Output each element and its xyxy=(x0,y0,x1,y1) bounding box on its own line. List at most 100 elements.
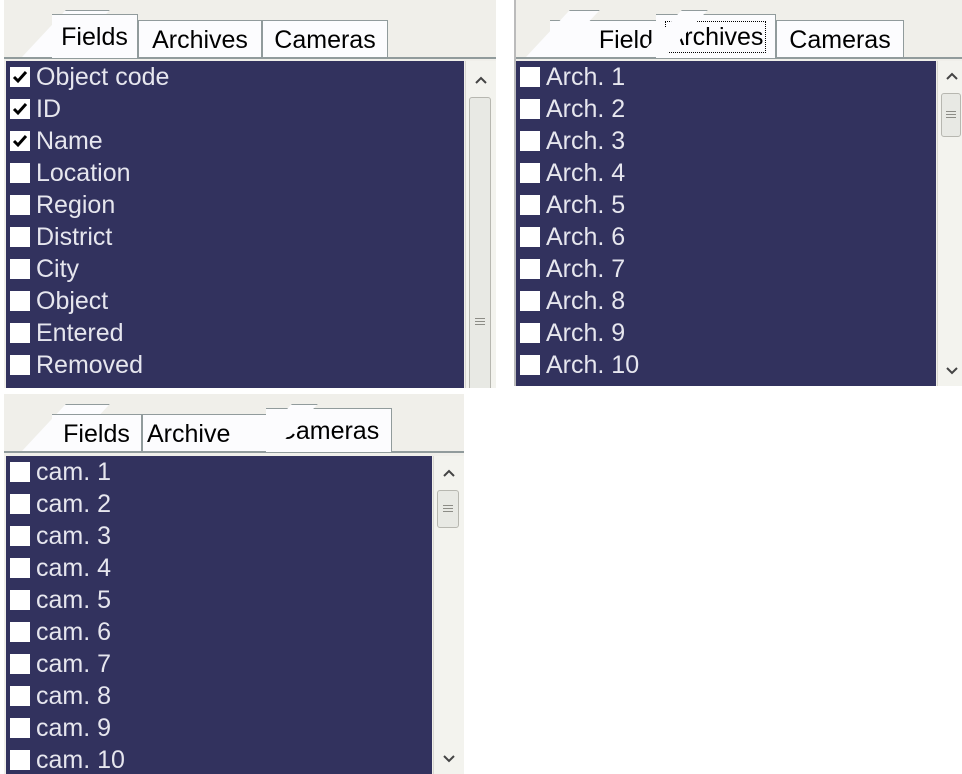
scroll-up-button[interactable] xyxy=(938,63,962,89)
list-item[interactable]: Object xyxy=(6,285,464,317)
fields-scrollbar[interactable] xyxy=(465,61,496,388)
list-item[interactable]: Region xyxy=(6,189,464,221)
scroll-thumb[interactable] xyxy=(437,490,459,528)
list-item[interactable]: cam. 6 xyxy=(6,616,432,648)
list-item[interactable]: cam. 8 xyxy=(6,680,432,712)
tab-fields[interactable]: Fields xyxy=(52,414,142,452)
list-item[interactable]: Removed xyxy=(6,349,464,381)
tab-cameras[interactable]: Cameras xyxy=(262,20,388,58)
cameras-scrollbar[interactable] xyxy=(433,456,464,774)
list-item-label: Object code xyxy=(36,62,170,91)
scroll-thumb[interactable] xyxy=(469,97,491,388)
checkbox[interactable] xyxy=(520,67,540,87)
list-item[interactable]: District xyxy=(6,221,464,253)
list-item[interactable]: Object code xyxy=(6,61,464,93)
list-item[interactable]: Arch. 1 xyxy=(516,61,936,93)
list-item[interactable]: Arch. 10 xyxy=(516,349,936,381)
scroll-grip-icon xyxy=(946,110,956,120)
list-item[interactable]: cam. 7 xyxy=(6,648,432,680)
list-item[interactable]: cam. 5 xyxy=(6,584,432,616)
tab-strip: Field Archives Cameras xyxy=(516,0,962,59)
list-item[interactable]: Arch. 6 xyxy=(516,221,936,253)
list-item-label: Arch. 10 xyxy=(546,350,640,379)
list-item-label: cam. 4 xyxy=(36,553,112,582)
arrow-up-icon xyxy=(443,469,455,477)
checkbox[interactable] xyxy=(10,590,30,610)
list-item[interactable]: Name xyxy=(6,125,464,157)
checkbox[interactable] xyxy=(520,99,540,119)
checkbox[interactable] xyxy=(10,718,30,738)
list-item[interactable]: cam. 1 xyxy=(6,456,432,488)
checkbox[interactable] xyxy=(520,131,540,151)
checkbox[interactable] xyxy=(10,494,30,514)
arrow-down-icon xyxy=(443,755,455,763)
list-item-label: cam. 2 xyxy=(36,489,112,518)
list-item[interactable]: cam. 3 xyxy=(6,520,432,552)
checkbox[interactable] xyxy=(10,291,30,311)
checkbox[interactable] xyxy=(520,291,540,311)
checkbox[interactable] xyxy=(10,622,30,642)
checkbox[interactable] xyxy=(10,750,30,770)
archives-scrollbar[interactable] xyxy=(937,61,962,386)
list-item[interactable]: cam. 10 xyxy=(6,744,432,774)
checkbox[interactable] xyxy=(10,654,30,674)
fields-list: Object code ID Name Location Region District C… xyxy=(6,61,464,388)
list-item-label: cam. 3 xyxy=(36,521,112,550)
tab-archives[interactable]: Archives xyxy=(138,20,262,58)
checkbox[interactable] xyxy=(10,526,30,546)
list-item[interactable]: cam. 2 xyxy=(6,488,432,520)
scroll-up-button[interactable] xyxy=(466,67,496,93)
list-item[interactable]: Arch. 5 xyxy=(516,189,936,221)
scroll-thumb[interactable] xyxy=(941,93,961,137)
arrow-up-icon xyxy=(945,72,958,80)
checkbox[interactable] xyxy=(10,355,30,375)
scroll-down-button[interactable] xyxy=(434,746,464,772)
checkbox[interactable] xyxy=(10,259,30,279)
list-item-label: Entered xyxy=(36,318,124,347)
checkbox[interactable] xyxy=(10,323,30,343)
list-item-label: Arch. 5 xyxy=(546,190,626,219)
checkbox[interactable] xyxy=(10,67,30,87)
fields-panel: Fields Archives Cameras Object code ID Nam… xyxy=(4,0,496,388)
list-item[interactable]: Arch. 8 xyxy=(516,285,936,317)
cameras-list: cam. 1 cam. 2 cam. 3 cam. 4 cam. 5 cam. 6 cam.… xyxy=(6,456,432,774)
list-item[interactable]: Entered xyxy=(6,317,464,349)
checkbox[interactable] xyxy=(520,355,540,375)
checkbox[interactable] xyxy=(10,99,30,119)
checkbox[interactable] xyxy=(10,558,30,578)
checkbox[interactable] xyxy=(520,195,540,215)
list-item[interactable]: cam. 9 xyxy=(6,712,432,744)
checkbox[interactable] xyxy=(10,163,30,183)
scroll-down-button[interactable] xyxy=(938,358,962,384)
list-item[interactable]: City xyxy=(6,253,464,285)
list-item-label: cam. 5 xyxy=(36,585,112,614)
tab-fields[interactable]: Fields xyxy=(52,14,138,58)
list-item[interactable]: Arch. 7 xyxy=(516,253,936,285)
checkbox[interactable] xyxy=(520,323,540,343)
checkbox[interactable] xyxy=(520,227,540,247)
list-item-label: Arch. 8 xyxy=(546,286,626,315)
scroll-up-button[interactable] xyxy=(434,460,464,486)
list-item[interactable]: Arch. 9 xyxy=(516,317,936,349)
tab-strip: Fields Archive Cameras xyxy=(4,394,464,453)
checkbox[interactable] xyxy=(10,686,30,706)
list-item[interactable]: Arch. 4 xyxy=(516,157,936,189)
checkbox[interactable] xyxy=(10,462,30,482)
list-item[interactable]: ID xyxy=(6,93,464,125)
checkbox[interactable] xyxy=(520,163,540,183)
list-item[interactable]: Arch. 2 xyxy=(516,93,936,125)
archives-panel: Field Archives Cameras Arch. 1 Arch. 2 Arc… xyxy=(514,0,962,386)
list-item[interactable]: Arch. 3 xyxy=(516,125,936,157)
list-item[interactable]: cam. 4 xyxy=(6,552,432,584)
list-item[interactable]: Location xyxy=(6,157,464,189)
tab-strip: Fields Archives Cameras xyxy=(4,0,496,59)
list-item-label: cam. 6 xyxy=(36,617,112,646)
checkbox[interactable] xyxy=(10,195,30,215)
checkbox[interactable] xyxy=(10,131,30,151)
tab-cameras[interactable]: Cameras xyxy=(776,20,904,58)
list-item-label: Arch. 9 xyxy=(546,318,626,347)
checkbox[interactable] xyxy=(10,227,30,247)
checkbox[interactable] xyxy=(520,259,540,279)
check-icon xyxy=(12,103,28,116)
list-item-label: Object xyxy=(36,286,109,315)
